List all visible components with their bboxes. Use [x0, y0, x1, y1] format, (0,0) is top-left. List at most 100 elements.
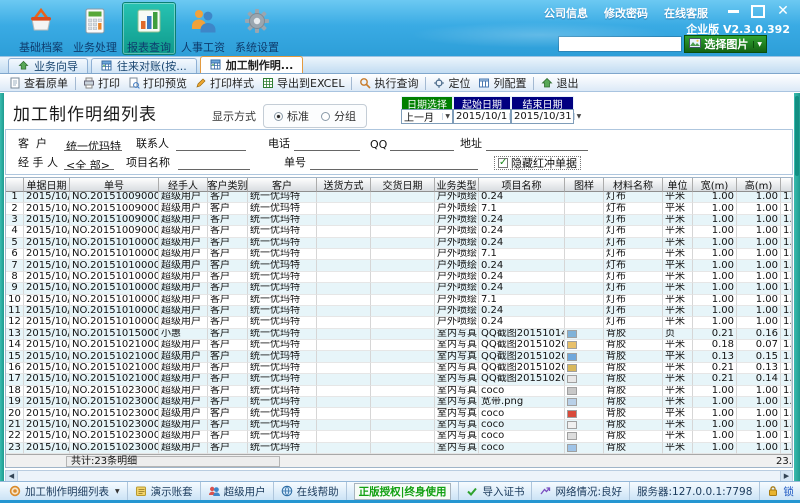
toolbar-button[interactable]: 退出 [537, 75, 582, 91]
table-cell: 1.00 [693, 294, 737, 306]
table-row[interactable]: 122015/10/10NO.201510100002超级用户客户统一优玛特 户外… [6, 317, 792, 329]
column-header[interactable]: 送货方式 [317, 178, 371, 192]
image-search-input[interactable] [558, 36, 683, 52]
table-row[interactable]: 102015/10/10NO.201510100002超级用户客户统一优玛特 户外… [6, 294, 792, 306]
table-row[interactable]: 82015/10/10NO.201510100001超级用户客户统一优玛特 户外喷… [6, 271, 792, 284]
nav-item-people[interactable]: 人事工资 [176, 2, 230, 55]
chevron-down-icon[interactable]: ▼ [115, 488, 120, 495]
chevron-down-icon[interactable]: ▼ [753, 40, 762, 48]
table-cell: 平米 [663, 283, 693, 295]
table-row[interactable]: 112015/10/10NO.201510100002超级用户客户统一优玛特 户外… [6, 305, 792, 318]
table-cell [371, 408, 435, 420]
vertical-scrollbar-thumb[interactable] [795, 96, 799, 176]
tab[interactable]: 往来对账(按... [91, 58, 197, 73]
maximize-icon[interactable] [751, 5, 765, 17]
table-row[interactable]: 192015/10/23NO.201510230003超级用户客户统一优玛特 室内… [6, 397, 792, 409]
table-row[interactable]: 162015/10/21NO.201510210001超级用户客户统一优玛特 室内… [6, 362, 792, 375]
nav-item-chart[interactable]: 报表查询 [122, 2, 176, 55]
table-cell: 超级用户 [159, 442, 208, 454]
table-row[interactable]: 42015/10/9NO.201510090002超级用户客户统一优玛特 户外喷绘… [6, 226, 792, 238]
filter-input[interactable] [390, 138, 454, 151]
filter-input[interactable] [178, 157, 250, 170]
column-header[interactable]: 项目名称 [479, 178, 565, 192]
nav-item-basket[interactable]: 基础档案 [14, 2, 68, 55]
chevron-down-icon[interactable]: ▼ [442, 113, 450, 120]
filter-input[interactable] [486, 138, 588, 151]
tab[interactable]: 业务向导 [8, 58, 88, 73]
filter-input[interactable] [176, 138, 246, 151]
date-dropdown[interactable]: 上一月 ▼ [401, 109, 453, 124]
filter-input[interactable]: <全 部> [64, 157, 114, 170]
column-header[interactable]: 宽(m) [693, 178, 737, 192]
date-dropdown[interactable]: 2015/10/31 ▼ [511, 109, 581, 124]
column-header[interactable]: 业务类型 [435, 178, 479, 192]
toolbar-button[interactable]: 列配置 [474, 75, 530, 91]
table-row[interactable]: 172015/10/21NO.201510210001超级用户客户统一优玛特 室内… [6, 374, 792, 386]
toolbar-button[interactable]: 执行查询 [355, 75, 422, 91]
pick-image-button[interactable]: 选择图片 ▼ [684, 35, 767, 53]
toolbar-button[interactable]: 打印 [79, 75, 124, 91]
date-dropdown[interactable]: 2015/10/1▼ [453, 109, 517, 124]
minimize-icon[interactable] [726, 5, 740, 17]
table-row[interactable]: 232015/10/23NO.201510230003超级用户客户统一优玛特 室内… [6, 442, 792, 454]
table-row[interactable]: 62015/10/10NO.201510100001超级用户客户统一优玛特 户外喷… [6, 248, 792, 261]
filter-input[interactable] [294, 138, 360, 151]
table-row[interactable]: 132015/10/15NO.201510150004小惠客户统一优玛特 室内写真… [6, 328, 792, 341]
radio-selected[interactable]: 标准 [274, 108, 309, 124]
column-header[interactable]: 单号 [70, 178, 159, 192]
column-header[interactable]: 材料名称 [604, 178, 663, 192]
filter-input[interactable] [310, 157, 478, 170]
nav-item-calculator[interactable]: 业务处理 [68, 2, 122, 55]
nav-item-gear[interactable]: 系统设置 [230, 2, 284, 55]
scroll-right-icon[interactable]: ▶ [780, 471, 792, 481]
column-header[interactable]: 交货日期 [371, 178, 435, 192]
status-item[interactable]: 在线帮助 [272, 482, 346, 500]
table-row[interactable]: 212015/10/23NO.201510230003超级用户客户统一优玛特 室内… [6, 419, 792, 432]
column-header[interactable]: 单位 [663, 178, 693, 192]
toolbar-button[interactable]: 打印样式 [191, 75, 258, 91]
table-cell: 23 [6, 442, 24, 454]
column-header[interactable]: 经手人 [159, 178, 208, 192]
table-row[interactable]: 72015/10/10NO.201510100001超级用户客户统一优玛特 户外喷… [6, 260, 792, 272]
table-row[interactable]: 142015/10/21NO.201510210001超级用户客户统一优玛特 室内… [6, 340, 792, 352]
toolbar-button[interactable]: 打印预览 [124, 75, 191, 91]
tab-label: 加工制作明... [225, 59, 294, 72]
table-cell: 1.0 [781, 419, 792, 432]
status-item[interactable]: 超级用户 [199, 482, 273, 500]
titlebar-link[interactable]: 修改密码 [604, 5, 648, 21]
tab[interactable]: 加工制作明... [199, 56, 304, 73]
column-header[interactable]: 高(m) [737, 178, 781, 192]
table-row[interactable]: 22015/10/9NO.201510090002超级用户客户统一优玛特 户外喷绘… [6, 203, 792, 215]
titlebar-link[interactable]: 公司信息 [544, 5, 588, 21]
table-row[interactable]: 222015/10/23NO.201510230003超级用户客户统一优玛特 室内… [6, 431, 792, 443]
filter-input[interactable]: 统一优玛特 [64, 138, 122, 151]
column-header[interactable]: 客户 [248, 178, 317, 192]
scroll-left-icon[interactable]: ◀ [6, 471, 18, 481]
table-cell [371, 271, 435, 284]
status-item[interactable]: 导入证书 [458, 482, 531, 500]
toolbar-button[interactable]: 查看原单 [5, 75, 72, 91]
table-row[interactable]: 202015/10/23NO.201510230003超级用户客户统一优玛特 室内… [6, 408, 792, 420]
toolbar-button[interactable]: 导出到EXCEL [258, 75, 348, 91]
close-icon[interactable]: ✕ [776, 3, 790, 19]
status-item[interactable]: 加工制作明细列表 ▼ [2, 482, 127, 500]
radio-option[interactable]: 分组 [321, 108, 356, 124]
table-row[interactable]: 92015/10/10NO.201510100002超级用户客户统一优玛特 户外喷… [6, 283, 792, 295]
column-header[interactable]: 单据日期 [24, 178, 70, 192]
status-item[interactable]: 演示账套 [126, 482, 200, 500]
chevron-down-icon[interactable]: ▼ [573, 113, 581, 120]
titlebar-link[interactable]: 在线客服 [664, 5, 708, 21]
table-row[interactable]: 52015/10/10NO.201510100001超级用户客户统一优玛特 户外喷… [6, 237, 792, 249]
table-row[interactable]: 182015/10/23NO.201510230003超级用户客户统一优玛特 室内… [6, 385, 792, 398]
status-item[interactable]: 锁 屏 [759, 482, 800, 500]
table-row[interactable]: 32015/10/9NO.201510090002超级用户客户统一优玛特 户外喷绘… [6, 214, 792, 227]
table-cell: 客户 [208, 237, 248, 249]
toolbar-button[interactable]: 定位 [429, 75, 474, 91]
column-header[interactable]: 客户类别 [208, 178, 248, 192]
column-header[interactable] [6, 178, 24, 192]
hide-red-checkbox[interactable]: ✓ 隐藏红冲单据 [494, 156, 581, 170]
column-header[interactable] [781, 178, 792, 192]
column-header[interactable]: 图样 [565, 178, 604, 192]
table-row[interactable]: 152015/10/21NO.201510210001超级用户客户统一优玛特 室内… [6, 351, 792, 363]
table-row[interactable]: 12015/10/9NO.201510090002超级用户客户统一优玛特 户外喷绘… [6, 192, 792, 204]
